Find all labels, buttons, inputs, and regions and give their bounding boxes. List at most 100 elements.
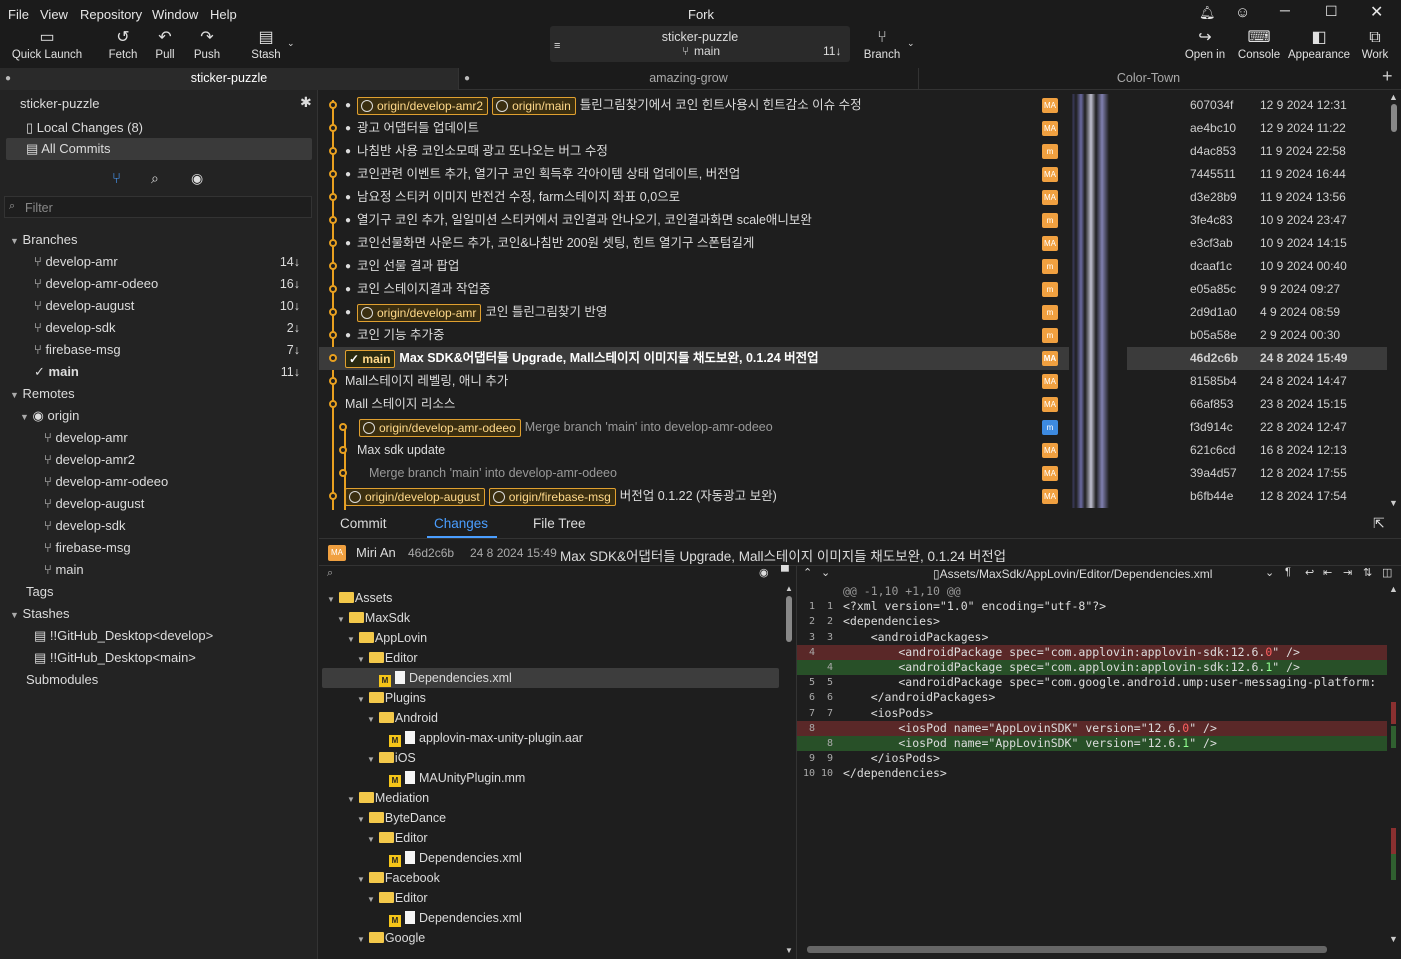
remote-branch-item[interactable]: ⑂ develop-sdk [44, 515, 126, 537]
scroll-thumb[interactable] [786, 596, 792, 642]
open-in-button[interactable]: ↪ Open in [1182, 28, 1228, 61]
remote-branch-item[interactable]: ⑂ develop-august [44, 493, 144, 515]
file-tree-item[interactable]: ▼ Google [357, 928, 425, 948]
close-icon[interactable]: ✕ [1370, 2, 1383, 22]
external-link-icon[interactable]: ⇱ [1373, 515, 1385, 532]
scroll-up-icon[interactable]: ▲ [1389, 92, 1398, 102]
file-tree-item[interactable]: Mapplovin-max-unity-plugin.aar [377, 728, 583, 748]
scroll-up-icon[interactable]: ▲ [1389, 584, 1398, 594]
menu-window[interactable]: Window [152, 7, 198, 22]
commit-row[interactable]: ● origin/develop-amr 코인 틀린그림찾기 반영 m 2d9d1a0 4… [319, 301, 1387, 324]
scroll-down-icon[interactable]: ▼ [1389, 934, 1398, 944]
tab-commit[interactable]: Commit [340, 516, 387, 531]
tab-changes[interactable]: Changes [434, 516, 488, 531]
tab-file-tree[interactable]: File Tree [533, 516, 586, 531]
submodules-header[interactable]: Submodules [26, 669, 98, 691]
remote-branch-item[interactable]: ⑂ main [44, 559, 84, 581]
sidebar-all-commits[interactable]: ▤ All Commits [6, 138, 312, 160]
remote-branch-item[interactable]: ⑂ develop-amr-odeeo [44, 471, 168, 493]
branch-item[interactable]: ⑂ develop-sdk 2↓ [34, 317, 312, 339]
commit-row[interactable]: ● origin/develop-amr2 origin/main 틀린그림찾기에서 … [319, 94, 1387, 117]
branch-item[interactable]: ⑂ develop-august 10↓ [34, 295, 312, 317]
collapse-icon[interactable]: ⌄ [1265, 566, 1274, 579]
branch-tag[interactable]: origin/develop-amr [357, 303, 482, 322]
settings-icon[interactable]: ✱ [300, 94, 312, 111]
file-tree-item[interactable]: ▼ Assets [327, 588, 392, 608]
repo-selector[interactable]: ≡ sticker-puzzle ⑂ main 11↓ [550, 26, 850, 62]
file-tree-item[interactable]: M Dependencies.xml [322, 668, 779, 688]
quick-launch-button[interactable]: ▭ Quick Launch [10, 28, 84, 61]
commit-row[interactable]: ● 코인선물화면 사운드 추가, 코인&나침반 200원 셋팅, 힌트 열기구 스… [319, 232, 1387, 255]
diff-h-scrollbar[interactable] [807, 946, 1327, 953]
menu-help[interactable]: Help [210, 7, 237, 22]
file-tree-item[interactable]: ▼ Editor [367, 828, 428, 848]
commit-row[interactable]: origin/develop-august origin/firebase-msg… [319, 485, 1387, 508]
file-tree-item[interactable]: ▼ Mediation [347, 788, 429, 808]
tab-amazing-grow[interactable]: ● amazing-grow [458, 68, 918, 90]
commit-row[interactable]: ● 코인 스테이지결과 작업중 m e05a85c 9 9 2024 09:27 [319, 278, 1387, 301]
maximize-icon[interactable]: ☐ [1325, 3, 1338, 20]
filter-input[interactable]: ⌕ Filter [4, 196, 312, 218]
remote-branch-item[interactable]: ⑂ develop-amr [44, 427, 128, 449]
eye-icon[interactable]: ◉ [759, 566, 769, 579]
smiley-icon[interactable]: ☺ [1235, 4, 1250, 21]
commit-row[interactable]: Mall 스테이지 리소스 MA 66af853 23 8 2024 15:15 [319, 393, 1387, 416]
scroll-down-icon[interactable]: ▼ [785, 946, 793, 955]
commit-row[interactable]: Mall스테이지 레벨링, 애니 추가 MA 81585b4 24 8 2024 14… [319, 370, 1387, 393]
file-tree-item[interactable]: ▼ AppLovin [347, 628, 427, 648]
commit-row[interactable]: origin/develop-amr-odeeo Merge branch 'ma… [319, 416, 1387, 439]
stashes-header[interactable]: ▼ Stashes [10, 603, 70, 625]
menu-file[interactable]: File [8, 7, 29, 22]
pull-button[interactable]: ↶ Pull [147, 28, 183, 61]
view-icon[interactable]: ▀ [781, 566, 789, 578]
increase-context-icon[interactable]: ⇥ [1343, 566, 1352, 579]
fetch-button[interactable]: ↺ Fetch [104, 28, 142, 61]
up-arrow-icon[interactable]: ⌃ [803, 566, 812, 579]
branch-item[interactable]: ⑂ develop-amr 14↓ [34, 251, 312, 273]
menu-repository[interactable]: Repository [80, 7, 142, 22]
branch-item[interactable]: ✓ main 11↓ [34, 361, 312, 383]
branch-view-icon[interactable]: ⑂ [112, 170, 121, 187]
work-button[interactable]: ⧉ Work [1358, 28, 1392, 61]
tags-header[interactable]: Tags [26, 581, 53, 603]
files-scrollbar[interactable]: ▲ ▼ [785, 584, 793, 959]
remote-branch-item[interactable]: ⑂ develop-amr2 [44, 449, 135, 471]
file-tree-item[interactable]: ▼ Editor [357, 648, 418, 668]
branch-tag[interactable]: origin/firebase-msg [488, 487, 616, 506]
menu-view[interactable]: View [40, 7, 68, 22]
stash-item[interactable]: ▤ !!GitHub_Desktop<develop> [34, 625, 213, 647]
console-button[interactable]: ⌨ Console [1236, 28, 1282, 61]
file-tree-item[interactable]: M Dependencies.xml [377, 908, 522, 928]
commit-row[interactable]: ● 코인 기능 추가중 m b05a58e 2 9 2024 00:30 [319, 324, 1387, 347]
scroll-down-icon[interactable]: ▼ [1389, 498, 1398, 508]
file-tree-item[interactable]: ▼ iOS [367, 748, 416, 768]
commit-row[interactable]: ● 나침반 사용 코인소모때 광고 또나오는 버그 수정 m d4ac853 11 9 … [319, 140, 1387, 163]
branches-header[interactable]: ▼ Branches [10, 229, 77, 251]
branch-dropdown-icon[interactable]: ⌄ [907, 38, 915, 49]
branch-button[interactable]: ⑂ Branch [862, 28, 902, 61]
file-tree-item[interactable]: ▼ Plugins [357, 688, 426, 708]
branch-tag[interactable]: ✓ main [345, 349, 396, 368]
branch-item[interactable]: ⑂ firebase-msg 7↓ [34, 339, 312, 361]
github-icon[interactable]: ◉ [191, 170, 203, 187]
split-view-icon[interactable]: ◫ [1382, 566, 1392, 579]
branch-tag[interactable]: origin/main [492, 96, 576, 115]
scroll-thumb[interactable] [1391, 104, 1397, 132]
add-tab-icon[interactable]: + [1382, 66, 1393, 87]
file-tree-item[interactable]: ▼ Android [367, 708, 438, 728]
commit-row[interactable]: ● 남요정 스티커 이미지 반전건 수정, farm스테이지 좌표 0,0으로 MA… [319, 186, 1387, 209]
branch-tag[interactable]: origin/develop-august [345, 487, 485, 506]
wrap-icon[interactable]: ↩ [1305, 566, 1314, 579]
remote-origin[interactable]: ▼ ◉ origin [20, 405, 79, 427]
scroll-up-icon[interactable]: ▲ [785, 584, 793, 593]
minimize-icon[interactable]: ─ [1280, 2, 1290, 18]
branch-tag[interactable]: origin/develop-amr2 [357, 96, 489, 115]
decrease-context-icon[interactable]: ⇤ [1323, 566, 1332, 579]
commit-row[interactable]: Max sdk update MA 621c6cd 16 8 2024 12:13 [319, 439, 1387, 462]
remotes-header[interactable]: ▼ Remotes [10, 383, 75, 405]
commit-row[interactable]: ✓ main Max SDK&어댑터들 Upgrade, Mall스테이지 이미지… [319, 347, 1387, 370]
tab-color-town[interactable]: Color-Town [918, 68, 1378, 90]
search-icon[interactable]: ⌕ [151, 170, 159, 187]
commit-scrollbar[interactable]: ▲ ▼ [1389, 92, 1399, 510]
stash-dropdown-icon[interactable]: ⌄ [287, 38, 295, 49]
